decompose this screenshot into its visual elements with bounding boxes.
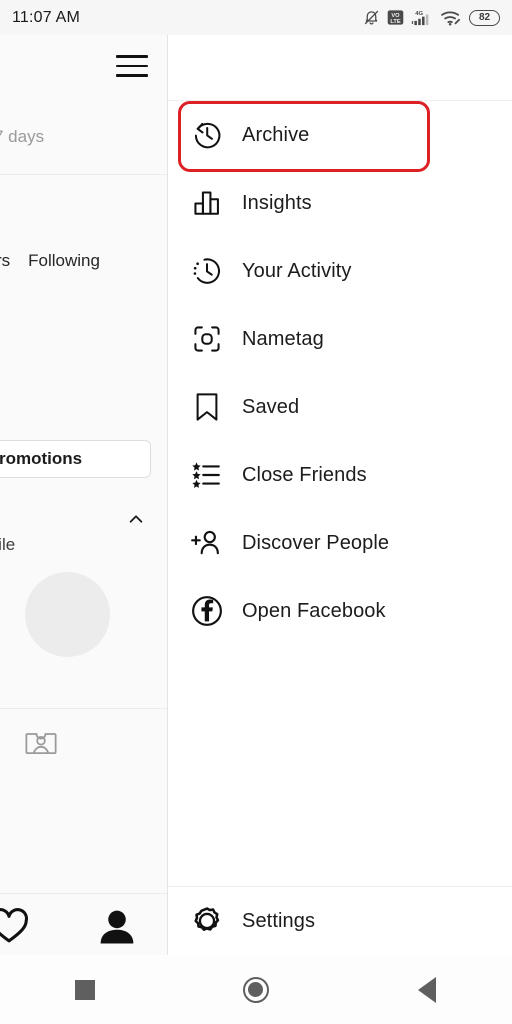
menu-item-label: Insights (242, 191, 312, 214)
menu-item-settings[interactable]: Settings (168, 887, 512, 955)
volte-icon: VO LTE (387, 9, 404, 26)
avatar[interactable] (25, 572, 110, 657)
promotions-button[interactable]: romotions (0, 440, 151, 478)
menu-item-label: Open Facebook (242, 599, 386, 622)
background-app-panel: 7 days vers Following romotions ofile (0, 35, 168, 955)
menu-item-saved[interactable]: Saved (168, 373, 512, 441)
menu-item-nametag[interactable]: Nametag (168, 305, 512, 373)
menu-item-open-facebook[interactable]: Open Facebook (168, 577, 512, 645)
menu-item-discover-people[interactable]: Discover People (168, 509, 512, 577)
drawer-menu-list: Archive Insights Your Activity Nametag S… (168, 101, 512, 645)
back-triangle-icon[interactable] (397, 965, 457, 1015)
menu-item-label: Close Friends (242, 463, 367, 486)
nametag-scan-icon (190, 322, 224, 356)
profile-person-icon[interactable] (96, 907, 138, 945)
notifications-muted-icon (363, 8, 380, 27)
status-bar-icons: VO LTE 4G 82 (363, 8, 500, 27)
period-label: 7 days (0, 127, 45, 146)
tab-followers[interactable]: vers (0, 251, 10, 271)
svg-text:VO: VO (391, 13, 400, 19)
battery-indicator: 82 (469, 9, 500, 26)
home-circle-icon[interactable] (226, 965, 286, 1015)
side-drawer-menu: Archive Insights Your Activity Nametag S… (168, 35, 512, 955)
svg-text:LTE: LTE (390, 19, 400, 25)
profile-tabs-row: vers Following (0, 251, 167, 271)
wifi-icon (440, 9, 462, 27)
menu-item-archive[interactable]: Archive (168, 101, 512, 169)
drawer-settings-section: Settings (168, 886, 512, 955)
your-activity-clock-icon (190, 254, 224, 288)
discover-people-add-person-icon (190, 526, 224, 560)
tab-following[interactable]: Following (28, 251, 100, 271)
menu-item-label: Your Activity (242, 259, 352, 282)
nametag-card-icon[interactable] (23, 725, 59, 761)
profile-section-label: ofile (0, 535, 16, 554)
app-bottom-nav (0, 893, 167, 955)
cellular-signal-icon: 4G (411, 8, 433, 27)
battery-level-text: 82 (478, 11, 491, 23)
recents-square-icon[interactable] (55, 965, 115, 1015)
menu-item-your-activity[interactable]: Your Activity (168, 237, 512, 305)
activity-heart-icon[interactable] (0, 907, 30, 945)
insights-barchart-icon (190, 186, 224, 220)
status-bar: 11:07 AM VO LTE 4G 82 (0, 0, 512, 35)
android-navigation-bar (0, 955, 512, 1024)
background-divider (0, 708, 167, 709)
menu-item-close-friends[interactable]: Close Friends (168, 441, 512, 509)
settings-gear-icon (190, 904, 224, 938)
status-bar-clock: 11:07 AM (12, 8, 81, 26)
hamburger-menu-icon[interactable] (116, 55, 148, 81)
menu-item-label: Nametag (242, 327, 324, 350)
close-friends-star-list-icon (190, 458, 224, 492)
saved-bookmark-icon (190, 390, 224, 424)
facebook-circle-icon (190, 594, 224, 628)
menu-item-label: Discover People (242, 531, 390, 554)
background-topbar: 7 days (0, 35, 167, 175)
promotions-button-label: romotions (0, 449, 83, 468)
menu-item-label: Saved (242, 395, 300, 418)
archive-clock-icon (190, 118, 224, 152)
settings-label: Settings (242, 909, 316, 932)
svg-text:4G: 4G (415, 11, 423, 17)
chevron-up-icon[interactable] (127, 510, 145, 528)
menu-item-insights[interactable]: Insights (168, 169, 512, 237)
menu-item-label: Archive (242, 123, 310, 146)
phone-screen: 11:07 AM VO LTE 4G 82 days s Following r… (0, 0, 512, 1024)
